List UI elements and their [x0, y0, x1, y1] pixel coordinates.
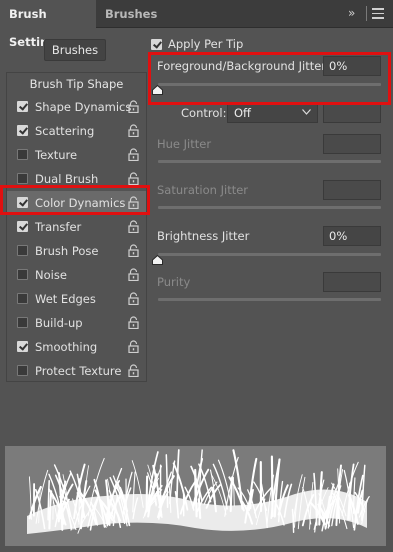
saturation-jitter-label: Saturation Jitter [157, 183, 249, 197]
list-item-label: Smoothing [35, 340, 98, 354]
lock-icon[interactable] [128, 316, 139, 329]
apply-per-tip-checkbox[interactable] [151, 39, 162, 50]
list-item-wet-edges[interactable]: Wet Edges [7, 287, 146, 311]
purity-input [323, 272, 381, 292]
control-dropdown[interactable]: Off [227, 103, 318, 123]
tabbar-divider [366, 6, 367, 21]
list-item-label: Shape Dynamics [35, 100, 132, 114]
control-fade-input [323, 103, 381, 123]
checkbox-wet-edges[interactable] [17, 293, 28, 304]
purity-slider [158, 298, 381, 301]
brightness-jitter-input[interactable]: 0% [323, 226, 381, 246]
checkbox-smoothing[interactable] [17, 341, 28, 352]
list-item-brush-tip-shape[interactable]: Brush Tip Shape [7, 73, 146, 95]
brush-settings-list: Brush Tip Shape Shape Dynamics Scatterin… [6, 72, 147, 382]
checkbox-shape-dynamics[interactable] [17, 101, 28, 112]
panel-tab-bar: Brush Settings Brushes » [0, 0, 393, 49]
list-item-label: Brush Pose [35, 244, 99, 258]
list-item-noise[interactable]: Noise [7, 263, 146, 287]
checkbox-scattering[interactable] [17, 125, 28, 136]
apply-per-tip-label: Apply Per Tip [168, 37, 244, 51]
list-item-label: Wet Edges [35, 292, 96, 306]
brightness-jitter-slider[interactable] [158, 253, 381, 256]
checkbox-texture[interactable] [17, 149, 28, 160]
control-value: Off [234, 106, 251, 120]
list-item-label: Protect Texture [35, 364, 122, 378]
list-item-label: Transfer [35, 220, 82, 234]
panel-menu-icon[interactable] [372, 8, 384, 19]
list-item-label: Scattering [35, 124, 95, 138]
list-item-build-up[interactable]: Build-up [7, 311, 146, 335]
saturation-jitter-slider [158, 206, 381, 209]
checkbox-protect-texture[interactable] [17, 365, 28, 376]
brushes-button[interactable]: Brushes [44, 39, 106, 61]
collapse-panel-icon[interactable]: » [348, 6, 355, 20]
list-item-label: Build-up [35, 316, 83, 330]
grass-stroke-preview-image [27, 449, 370, 534]
slider-thumb-icon[interactable] [152, 255, 163, 265]
brightness-jitter-label: Brightness Jitter [157, 229, 250, 243]
lock-icon[interactable] [128, 244, 139, 257]
tab-brushes[interactable]: Brushes [96, 0, 166, 28]
hue-jitter-input [323, 134, 381, 154]
lock-icon[interactable] [128, 220, 139, 233]
lock-icon[interactable] [128, 268, 139, 281]
saturation-jitter-input [323, 180, 381, 200]
highlight-box-fg-bg-jitter [148, 52, 391, 105]
tab-brush-settings[interactable]: Brush Settings [0, 0, 96, 49]
hue-jitter-slider [158, 160, 381, 163]
checkbox-noise[interactable] [17, 269, 28, 280]
list-item-smoothing[interactable]: Smoothing [7, 335, 146, 359]
lock-icon[interactable] [128, 100, 139, 113]
lock-icon[interactable] [128, 124, 139, 137]
highlight-box-color-dynamics [0, 185, 150, 215]
lock-icon[interactable] [128, 172, 139, 185]
list-item-shape-dynamics[interactable]: Shape Dynamics [7, 95, 146, 119]
checkbox-brush-pose[interactable] [17, 245, 28, 256]
brush-stroke-preview [5, 446, 386, 546]
list-item-texture[interactable]: Texture [7, 143, 146, 167]
list-item-label: Noise [35, 268, 67, 282]
purity-label: Purity [157, 275, 191, 289]
chevron-down-icon [302, 109, 311, 115]
lock-icon[interactable] [128, 292, 139, 305]
hue-jitter-label: Hue Jitter [157, 137, 212, 151]
control-label: Control: [181, 106, 227, 120]
list-item-transfer[interactable]: Transfer [7, 215, 146, 239]
lock-icon[interactable] [128, 340, 139, 353]
checkbox-build-up[interactable] [17, 317, 28, 328]
lock-icon[interactable] [128, 148, 139, 161]
lock-icon[interactable] [128, 364, 139, 377]
checkbox-transfer[interactable] [17, 221, 28, 232]
checkbox-dual-brush[interactable] [17, 173, 28, 184]
list-item-brush-pose[interactable]: Brush Pose [7, 239, 146, 263]
list-item-scattering[interactable]: Scattering [7, 119, 146, 143]
list-item-protect-texture[interactable]: Protect Texture [7, 359, 146, 383]
list-item-label: Texture [35, 148, 78, 162]
